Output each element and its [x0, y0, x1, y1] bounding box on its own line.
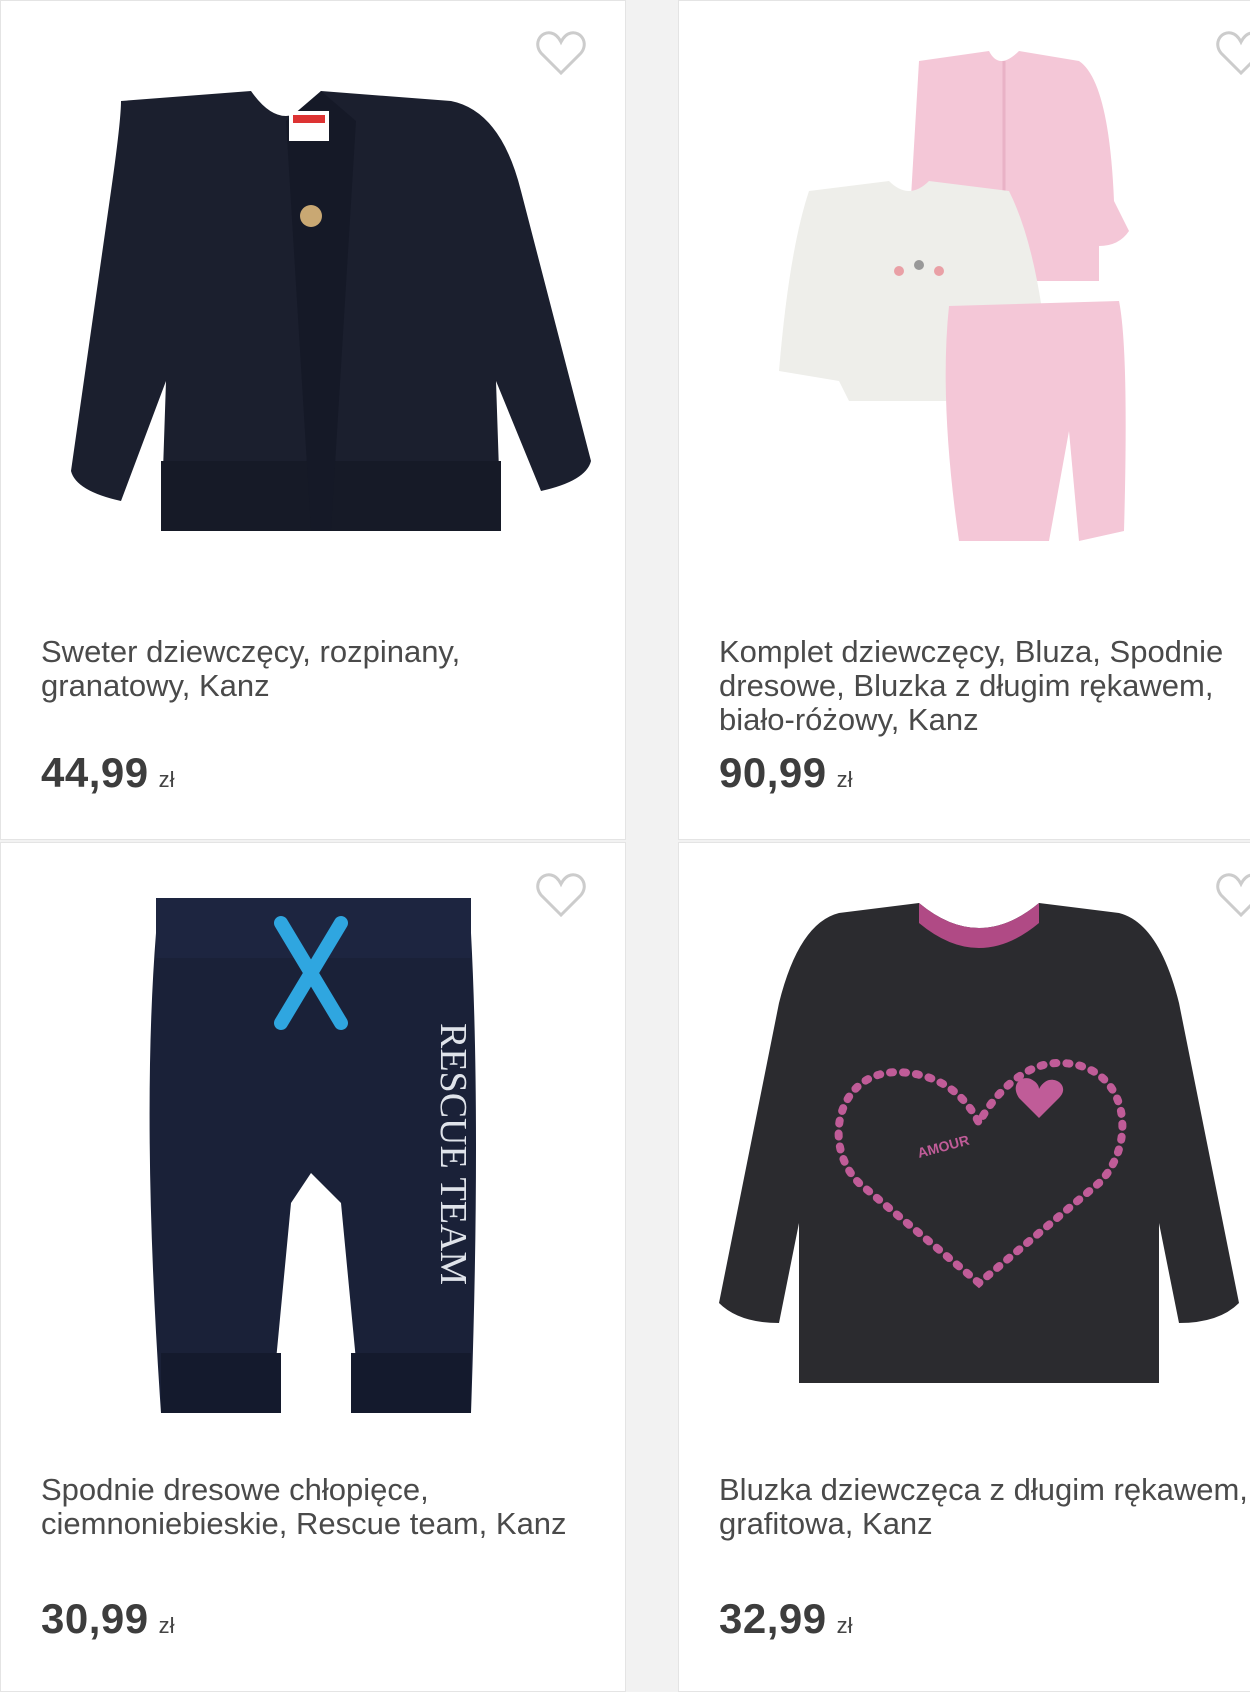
favorite-heart-icon[interactable]: [535, 871, 587, 919]
product-price: 90,99 zł: [719, 749, 853, 797]
product-price: 32,99 zł: [719, 1595, 853, 1643]
product-card[interactable]: Komplet dziewczęcy, Bluza, Spodnie dreso…: [678, 0, 1250, 840]
product-card[interactable]: Sweter dziewczęcy, rozpinany, granatowy,…: [0, 0, 626, 840]
product-image-pants[interactable]: RESCUE TEAM: [141, 873, 491, 1433]
product-image-cardigan[interactable]: [31, 81, 601, 551]
product-title[interactable]: Spodnie dresowe chłopięce, ciemnoniebies…: [41, 1473, 601, 1541]
favorite-heart-icon[interactable]: [535, 29, 587, 77]
price-amount: 44,99: [41, 749, 149, 796]
product-card[interactable]: RESCUE TEAM Spodnie dresowe chłopięce, c…: [0, 842, 626, 1692]
price-amount: 90,99: [719, 749, 827, 796]
product-title[interactable]: Bluzka dziewczęca z długim rękawem, graf…: [719, 1473, 1250, 1541]
product-title[interactable]: Sweter dziewczęcy, rozpinany, granatowy,…: [41, 635, 601, 703]
price-currency: zł: [158, 767, 175, 792]
favorite-heart-icon[interactable]: [1215, 29, 1250, 77]
product-image-longsleeve[interactable]: AMOUR: [719, 903, 1239, 1463]
print-text-rescue-team: RESCUE TEAM: [432, 1023, 474, 1285]
price-amount: 30,99: [41, 1595, 149, 1642]
product-card[interactable]: AMOUR Bluzka dziewczęca z długim rękawem…: [678, 842, 1250, 1692]
price-currency: zł: [836, 1613, 853, 1638]
price-currency: zł: [158, 1613, 175, 1638]
product-price: 30,99 zł: [41, 1595, 175, 1643]
price-currency: zł: [836, 767, 853, 792]
product-price: 44,99 zł: [41, 749, 175, 797]
product-image-set[interactable]: [779, 51, 1179, 601]
product-title[interactable]: Komplet dziewczęcy, Bluza, Spodnie dreso…: [719, 635, 1250, 737]
price-amount: 32,99: [719, 1595, 827, 1642]
